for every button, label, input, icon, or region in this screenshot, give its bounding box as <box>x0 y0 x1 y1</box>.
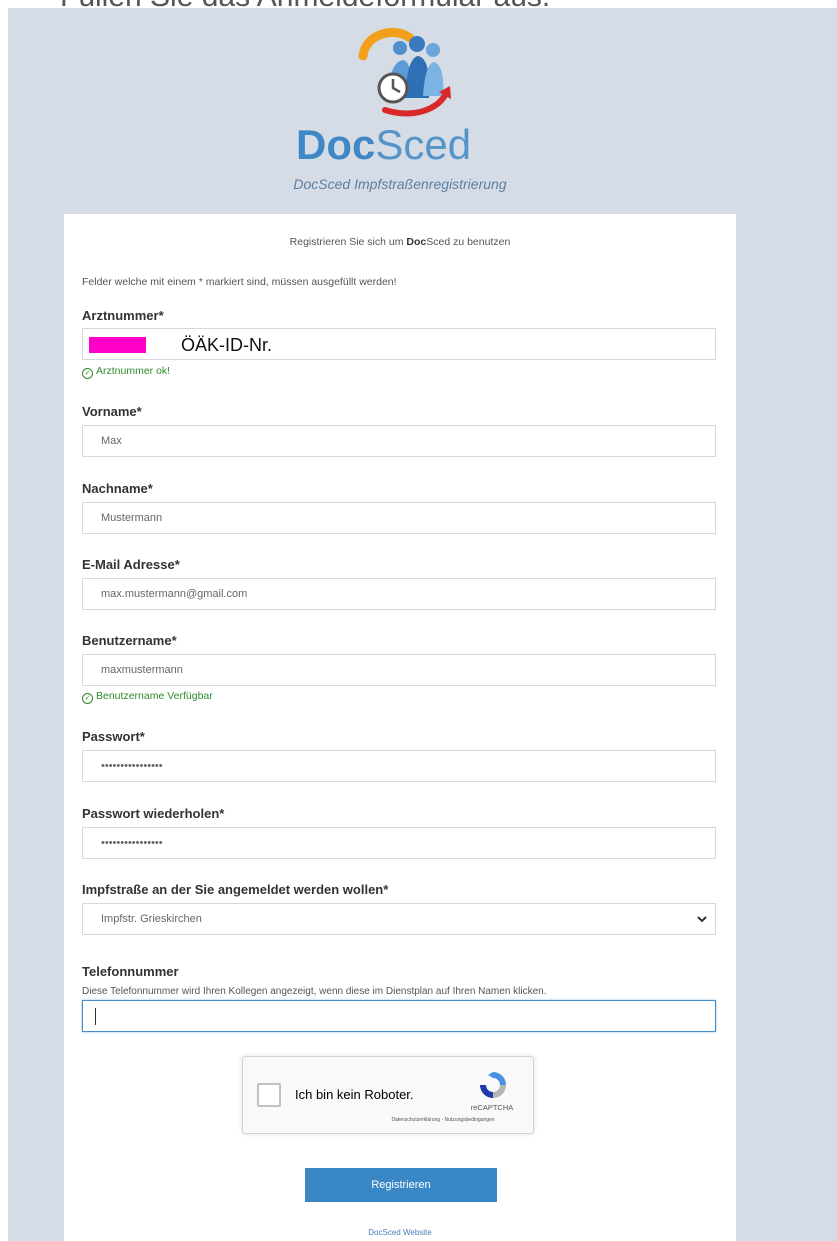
logo-doc-text: Doc <box>296 121 376 168</box>
passwort-wiederholen-input[interactable]: •••••••••••••••• <box>82 827 716 859</box>
arztnummer-value: ÖÄK-ID-Nr. <box>181 335 273 355</box>
chevron-down-icon <box>697 916 707 923</box>
registration-form: Registrieren Sie sich um DocSced zu benu… <box>64 214 736 1241</box>
impfstrasse-select[interactable]: Impfstr. Grieskirchen <box>82 903 716 935</box>
benutzername-ok-text: Benutzername Verfügbar <box>96 690 213 702</box>
check-circle-icon: ✓ <box>82 693 93 704</box>
intro-brand-bold: Doc <box>406 236 427 248</box>
intro-text: Registrieren Sie sich um <box>289 236 407 248</box>
passwort-wiederholen-label: Passwort wiederholen* <box>82 806 225 821</box>
arztnummer-input[interactable]: ÖÄK-ID-Nr. <box>82 328 716 360</box>
vorname-input[interactable]: Max <box>82 425 716 457</box>
telefonnummer-help-text: Diese Telefonnummer wird Ihren Kollegen … <box>82 986 547 997</box>
email-input[interactable]: max.mustermann@gmail.com <box>82 578 716 610</box>
vorname-label: Vorname* <box>82 404 142 419</box>
arztnummer-ok-message: ✓ Arztnummer ok! <box>82 365 171 379</box>
nachname-input[interactable]: Mustermann <box>82 502 716 534</box>
recaptcha-brand: reCAPTCHA <box>470 1103 514 1112</box>
email-label: E-Mail Adresse* <box>82 557 180 572</box>
recaptcha-links[interactable]: Datenschutzerklärung - Nutzungsbedingung… <box>353 1117 533 1123</box>
arztnummer-ok-text: Arztnummer ok! <box>96 365 171 377</box>
benutzername-ok-message: ✓ Benutzername Verfügbar <box>82 690 213 704</box>
register-button[interactable]: Registrieren <box>305 1168 497 1202</box>
check-circle-icon: ✓ <box>82 368 93 379</box>
arztnummer-label: Arztnummer* <box>82 308 164 323</box>
required-fields-note: Felder welche mit einem * markiert sind,… <box>82 276 397 288</box>
telefonnummer-input[interactable] <box>82 1000 716 1032</box>
text-cursor <box>95 1008 96 1025</box>
page-heading: Füllen Sie das Anmeldeformular aus. <box>0 0 837 8</box>
recaptcha-checkbox[interactable] <box>257 1083 281 1107</box>
passwort-label: Passwort* <box>82 729 145 744</box>
docsced-logo-icon <box>358 27 451 117</box>
recaptcha-logo-icon <box>480 1072 506 1098</box>
redaction-box <box>89 337 146 353</box>
impfstrasse-selected-value: Impfstr. Grieskirchen <box>101 913 202 925</box>
telefonnummer-label: Telefonnummer <box>82 964 179 979</box>
impfstrasse-label: Impfstraße an der Sie angemeldet werden … <box>82 882 389 897</box>
nachname-label: Nachname* <box>82 481 153 496</box>
logo-wordmark: DocSced <box>296 120 496 170</box>
intro-brand-rest: Sced <box>426 236 451 248</box>
passwort-input[interactable]: •••••••••••••••• <box>82 750 716 782</box>
recaptcha-widget: Ich bin kein Roboter. reCAPTCHA Datensch… <box>242 1056 534 1134</box>
logo-sced-text: Sced <box>375 121 472 168</box>
benutzername-label: Benutzername* <box>82 633 177 648</box>
docsced-website-link[interactable]: DocSced Website <box>64 1228 736 1237</box>
form-intro: Registrieren Sie sich um DocSced zu benu… <box>64 236 736 248</box>
logo-area: DocSced DocSced Impfstraßenregistrierung <box>0 22 837 202</box>
benutzername-input[interactable]: maxmustermann <box>82 654 716 686</box>
intro-text-end: zu benutzen <box>450 236 511 248</box>
app-subtitle: DocSced Impfstraßenregistrierung <box>293 176 507 192</box>
recaptcha-label: Ich bin kein Roboter. <box>295 1087 414 1102</box>
